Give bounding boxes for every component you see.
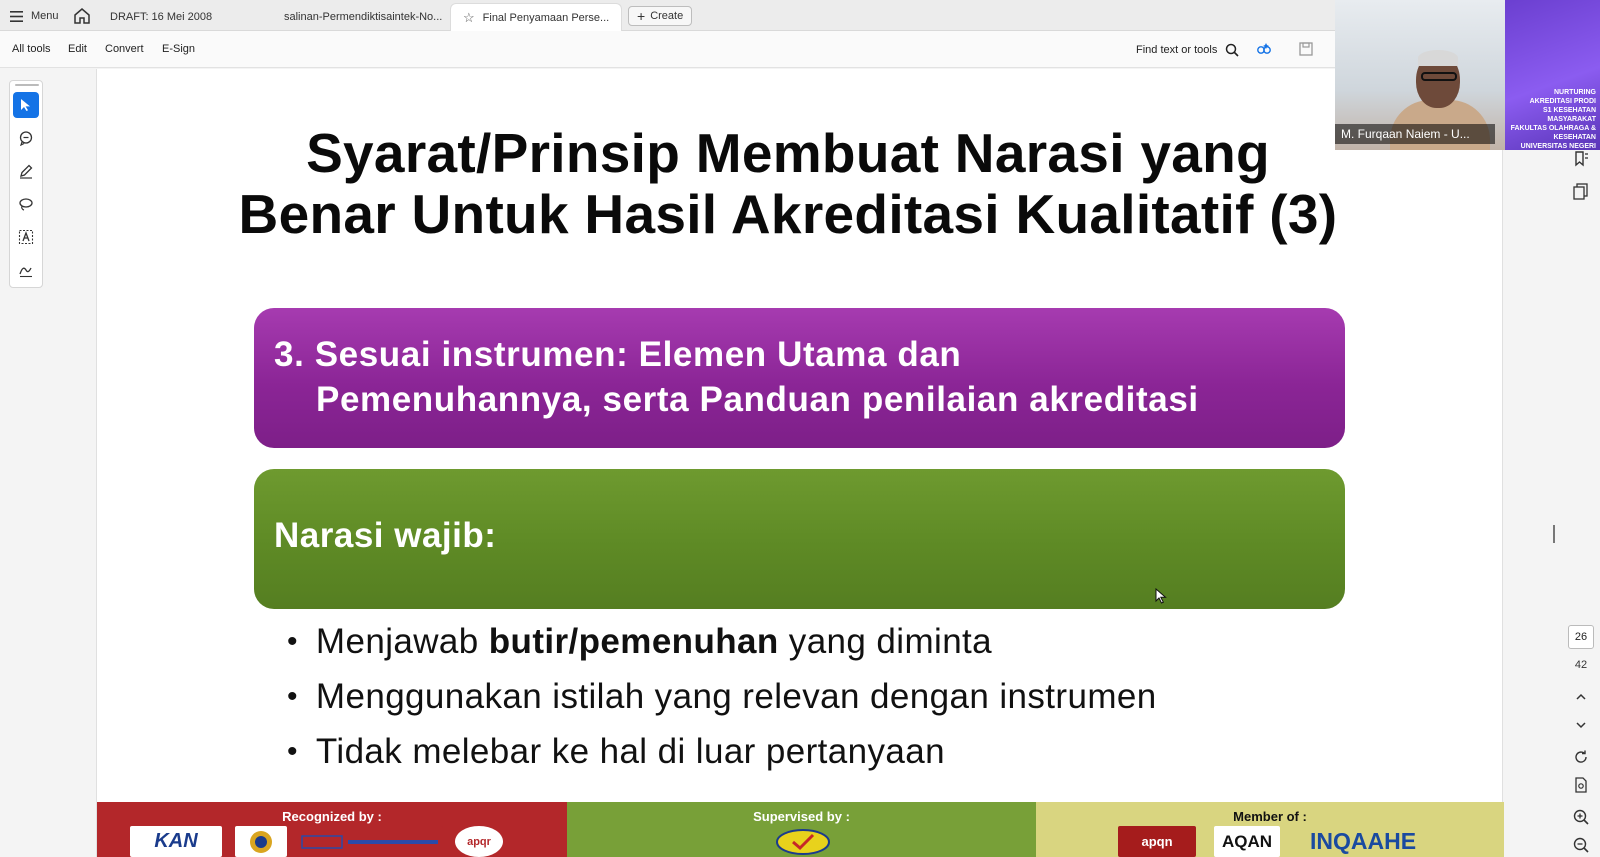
banpt-logo	[775, 826, 831, 857]
recognized-band: Recognized by : KAN apqr	[97, 802, 567, 857]
banner-line: FAKULTAS OLAHRAGA & KESEHATAN	[1510, 125, 1596, 141]
bullet-text: Tidak melebar ke hal di luar pertanyaan	[315, 732, 945, 771]
banner-line: UNIVERSITAS NEGERI GORONTALO	[1520, 143, 1596, 150]
zoom-in-icon[interactable]	[1572, 808, 1590, 826]
apqn-logo: apqn	[1118, 826, 1196, 857]
signature-icon	[19, 267, 32, 278]
list-item: • Menggunakan istilah yang relevan dengan…	[287, 669, 1157, 724]
find-label: Find text or tools	[1136, 44, 1218, 56]
list-item: • Tidak melebar ke hal di luar pertanyaan	[287, 724, 1157, 779]
bullet-text: Menjawab	[315, 622, 489, 661]
search-icon	[1226, 43, 1239, 57]
document-viewer[interactable]: Syarat/Prinsip Membuat Narasi yang Benar…	[96, 69, 1504, 857]
bullet-dot: •	[287, 735, 298, 768]
edit-menu[interactable]: Edit	[68, 43, 87, 55]
pages-icon[interactable]	[1572, 182, 1590, 200]
lasso-icon	[19, 198, 33, 211]
find-text-tools[interactable]: Find text or tools	[1136, 43, 1239, 57]
lamemba-logo	[297, 826, 443, 857]
comment-tool-button[interactable]	[13, 125, 39, 151]
bookmark-icon[interactable]	[1572, 150, 1590, 168]
inqaahe-logo: INQAAHE	[1309, 828, 1417, 854]
esign-menu[interactable]: E-Sign	[162, 43, 195, 55]
supervised-label: Supervised by :	[753, 809, 850, 824]
home-icon[interactable]	[73, 7, 91, 25]
bullet-bold-text: butir/pemenuhan	[488, 622, 779, 661]
total-pages: 42	[1574, 659, 1588, 671]
member-label: Member of :	[1233, 809, 1307, 824]
member-band: Member of : apqn AQAN INQAAHE	[1036, 802, 1504, 857]
all-tools-menu[interactable]: All tools	[12, 43, 51, 55]
star-icon[interactable]: ☆	[463, 10, 475, 26]
slide-footer-band: Recognized by : KAN apqr Supervised by :…	[97, 802, 1504, 857]
slide-title-line-2: Benar Untuk Hasil Akreditasi Kualitatif …	[238, 183, 1338, 245]
banner-text: NURTURING AKREDITASI PRODI S1 KESEHATAN …	[1510, 88, 1596, 150]
apqr-logo: apqr	[455, 826, 503, 857]
tab-label: DRAFT: 16 Mei 2008	[110, 11, 213, 23]
principle-line-1: 3. Sesuai instrumen: Elemen Utama dan	[274, 335, 962, 374]
hamburger-icon	[10, 10, 23, 22]
participant-name: M. Furqaan Naiem - U...	[1335, 124, 1495, 144]
supervised-band: Supervised by :	[567, 802, 1036, 857]
banner-line: AKREDITASI PRODI	[1529, 98, 1596, 105]
quick-tools-rail	[9, 80, 43, 288]
tab-label: salinan-Permendiktisaintek-No...	[284, 11, 443, 23]
tab-draft[interactable]: DRAFT: 16 Mei 2008	[98, 3, 268, 31]
list-item: • Menjawab butir/pemenuhan yang diminta	[287, 614, 1157, 669]
mouse-pointer-icon	[1155, 588, 1167, 604]
slide-title: Syarat/Prinsip Membuat Narasi yang Benar…	[97, 123, 1479, 245]
convert-menu[interactable]: Convert	[105, 43, 144, 55]
slide-title-line-1: Syarat/Prinsip Membuat Narasi yang	[306, 122, 1270, 184]
tab-final-penyamaan[interactable]: ☆ Final Penyamaan Perse... ×	[450, 3, 622, 31]
tab-label: Final Penyamaan Perse...	[482, 11, 610, 24]
create-button[interactable]: + Create	[628, 6, 693, 26]
bullet-dot: •	[287, 680, 298, 713]
narasi-wajib-box: Narasi wajib:	[254, 469, 1345, 609]
principle-box: 3. Sesuai instrumen: Elemen Utama dan Pe…	[254, 308, 1345, 448]
narasi-wajib-label: Narasi wajib:	[274, 516, 497, 555]
participant-glasses	[1421, 72, 1457, 81]
participant-hair	[1418, 50, 1458, 66]
pen-icon	[20, 164, 33, 179]
text-tool-button[interactable]	[13, 224, 39, 250]
aqan-logo: AQAN	[1214, 826, 1280, 857]
current-page-input[interactable]: 26	[1568, 625, 1594, 649]
cursor-icon	[21, 99, 30, 111]
kan-logo: KAN	[130, 826, 222, 857]
bullet-dot: •	[287, 625, 298, 658]
scrollbar-thumb[interactable]	[1553, 525, 1555, 543]
text-box-icon	[18, 229, 34, 245]
select-tool-button[interactable]	[13, 92, 39, 118]
document-scan-icon[interactable]	[1572, 776, 1590, 794]
sign-tool-button[interactable]	[13, 257, 39, 283]
bullet-list: • Menjawab butir/pemenuhan yang diminta •…	[287, 614, 1157, 779]
video-call-overlay[interactable]: NURTURING AKREDITASI PRODI S1 KESEHATAN …	[1335, 0, 1600, 150]
tab-salinan[interactable]: salinan-Permendiktisaintek-No...	[272, 3, 450, 31]
menu-button[interactable]: Menu	[10, 7, 59, 25]
refresh-icon[interactable]	[1572, 748, 1590, 766]
menu-label: Menu	[31, 10, 59, 22]
banner-line: NURTURING	[1554, 89, 1596, 96]
bullet-text: Menggunakan istilah yang relevan dengan …	[315, 677, 1157, 716]
highlight-tool-button[interactable]	[13, 158, 39, 184]
iso-logo	[235, 826, 287, 857]
create-label: Create	[650, 10, 684, 22]
banner-line: S1 KESEHATAN MASYARAKAT	[1542, 107, 1596, 123]
recognized-label: Recognized by :	[282, 809, 382, 824]
draw-tool-button[interactable]	[13, 191, 39, 217]
principle-line-2: Pemenuhannya, serta Panduan penilaian ak…	[316, 380, 1199, 419]
rail-grip[interactable]	[15, 84, 39, 86]
chevron-down-icon[interactable]	[1572, 716, 1590, 734]
ai-assistant-icon[interactable]	[1256, 41, 1272, 57]
acrobat-toolbar: All tools Edit Convert E-Sign Find text …	[0, 31, 1335, 68]
chevron-up-icon[interactable]	[1572, 688, 1590, 706]
save-icon[interactable]	[1298, 41, 1314, 57]
plus-icon: +	[637, 8, 646, 24]
bullet-text-end: yang diminta	[778, 622, 993, 661]
zoom-out-icon[interactable]	[1572, 836, 1590, 854]
comment-icon	[19, 131, 33, 146]
